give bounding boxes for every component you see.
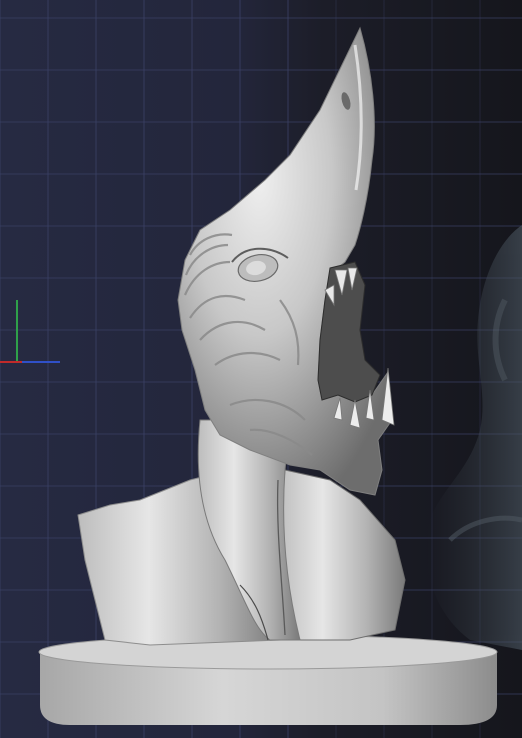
- mouth-cavity: [317, 261, 381, 403]
- viewport-canvas[interactable]: [0, 0, 522, 738]
- shoulder-right[interactable]: [277, 469, 406, 641]
- sculpt-viewport[interactable]: [0, 0, 522, 738]
- reference-image-overlay: [426, 225, 522, 650]
- axis-gizmo: [0, 300, 60, 363]
- base-pedestal[interactable]: [38, 634, 498, 725]
- sculpt-mesh[interactable]: [77, 26, 406, 646]
